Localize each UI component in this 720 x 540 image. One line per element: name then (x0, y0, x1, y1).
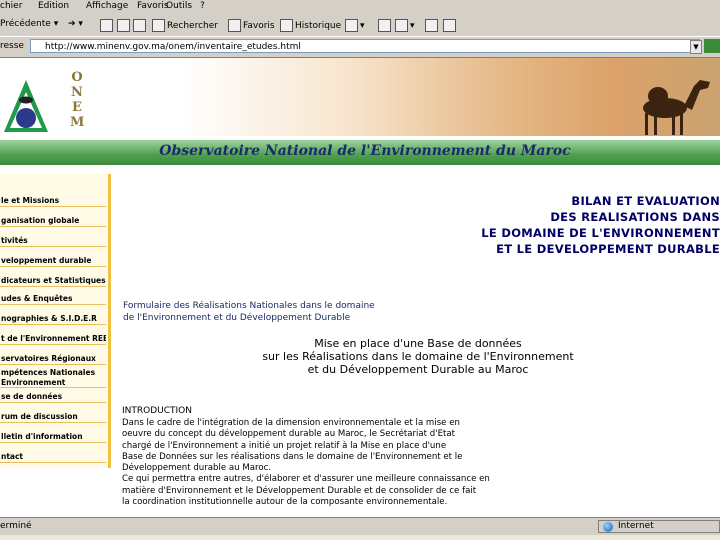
form-link-line: Formulaire des Réalisations Nationales d… (123, 301, 375, 311)
search-label: Rechercher (167, 21, 218, 31)
print-button[interactable] (378, 19, 393, 32)
back-button[interactable]: Précédente ▾ (0, 19, 58, 29)
stop-button[interactable] (100, 19, 115, 32)
messenger-icon (443, 19, 456, 32)
subtitle-line: et du Développement Durable au Maroc (307, 363, 529, 376)
back-label: Précédente (0, 19, 51, 29)
heading-line: BILAN ET EVALUATION (571, 194, 720, 208)
home-button[interactable] (133, 19, 148, 32)
favorites-label: Favoris (243, 21, 275, 31)
edit-button[interactable]: ▾ (395, 19, 415, 32)
mail-icon (345, 19, 358, 32)
intro-line: matière d'Environnement et le Développem… (122, 485, 477, 496)
intro-line: Développement durable au Maroc. (122, 463, 272, 474)
print-icon (378, 19, 391, 32)
search-icon (152, 19, 165, 32)
intro-body: Dans le cadre de l'intégration de la dim… (122, 418, 522, 508)
refresh-button[interactable] (117, 19, 132, 32)
menu-bar: chier Edition Affichage Favoris Outils ? (0, 0, 720, 14)
menu-favorites[interactable]: Favoris (137, 1, 169, 11)
home-icon (133, 19, 146, 32)
sidebar-item-bulletin[interactable]: lletin d'information (0, 432, 106, 443)
menu-edit[interactable]: Edition (38, 1, 69, 11)
address-bar: resse http://www.minenv.gov.ma/onem/inve… (0, 37, 720, 58)
intro-line: oeuvre du concept du développement durab… (122, 429, 456, 440)
discuss-button[interactable] (425, 19, 440, 32)
intro-title: INTRODUCTION (122, 406, 192, 416)
sidebar-item-monographies[interactable]: nographies & S.I.D.E.R (0, 314, 106, 325)
globe-icon (603, 522, 613, 532)
form-link[interactable]: Formulaire des Réalisations Nationales d… (123, 300, 375, 324)
zone-panel (598, 520, 720, 533)
taskbar-edge (0, 535, 720, 540)
intro-line: la coordination institutionnelle autour … (122, 497, 448, 508)
address-input[interactable]: http://www.minenv.gov.ma/onem/inventaire… (30, 39, 700, 53)
edit-icon (395, 19, 408, 32)
history-icon (280, 19, 293, 32)
sidebar-item-indicateurs[interactable]: dicateurs et Statistiques (0, 276, 106, 287)
sidebar-item-organisation[interactable]: ganisation globale (0, 216, 106, 227)
history-label: Historique (295, 21, 342, 31)
form-link-line: de l'Environnement et du Développement D… (123, 313, 351, 323)
sidebar-item-activites[interactable]: tivités (0, 236, 106, 247)
database-subtitle: Mise en place d'une Base de données sur … (218, 337, 618, 376)
address-label: resse (0, 41, 24, 51)
zone-text: Internet (618, 521, 654, 531)
intro-line: Dans le cadre de l'intégration de la dim… (122, 418, 460, 428)
sidebar-item-missions[interactable]: le et Missions (0, 196, 106, 207)
stop-icon (100, 19, 113, 32)
header-banner (180, 58, 720, 136)
sidebar-item-reem[interactable]: t de l'Environnement REEM (0, 334, 106, 345)
sidebar-item-forum[interactable]: rum de discussion (0, 412, 106, 423)
onem-letters: O N E M (70, 70, 84, 130)
onem-logo (4, 80, 48, 132)
browser-toolbar: Précédente ▾ ➔ ▾ Rechercher Favoris Hist… (0, 14, 720, 37)
heading-line: LE DOMAINE DE L'ENVIRONNEMENT (481, 226, 720, 240)
forward-button[interactable]: ➔ ▾ (68, 19, 83, 29)
sidebar-item-base-donnees[interactable]: se de données (0, 392, 106, 403)
menu-help[interactable]: ? (200, 1, 205, 11)
menu-tools[interactable]: Outils (166, 1, 192, 11)
favorites-icon (228, 19, 241, 32)
sidebar-item-contact[interactable]: ntact (0, 452, 106, 463)
sidebar-item-competences[interactable]: mpétences Nationales Environnement (0, 368, 106, 388)
refresh-icon (117, 19, 130, 32)
intro-line: chargé de l'Environnement a initié un pr… (122, 440, 447, 451)
heading-line: DES REALISATIONS DANS (550, 210, 720, 224)
onem-letter-o: O (71, 70, 83, 85)
intro-line: Base de Données sur les réalisations dan… (122, 451, 463, 462)
heading-line: ET LE DEVELOPPEMENT DURABLE (496, 242, 720, 256)
messenger-button[interactable] (443, 19, 458, 32)
status-text: erminé (0, 521, 32, 531)
discuss-icon (425, 19, 438, 32)
intro-line: Ce qui permettra entre autres, d'élabore… (122, 474, 490, 485)
subtitle-line: Mise en place d'une Base de données (314, 337, 522, 350)
search-button[interactable]: Rechercher (152, 19, 218, 32)
status-bar: erminé Internet (0, 517, 720, 536)
onem-letter-e: E (72, 100, 82, 115)
go-button[interactable] (704, 39, 720, 53)
sidebar-item-observatoires[interactable]: servatoires Régionaux (0, 354, 106, 365)
sidebar: le et Missions ganisation globale tivité… (0, 174, 111, 468)
menu-view[interactable]: Affichage (86, 1, 128, 11)
menu-file[interactable]: chier (0, 1, 22, 11)
sidebar-item-etudes[interactable]: udes & Enquêtes (0, 294, 106, 305)
camel-image (643, 80, 710, 135)
favorites-button[interactable]: Favoris (228, 19, 275, 32)
sidebar-item-developpement[interactable]: veloppement durable (0, 256, 106, 267)
main-heading: BILAN ET EVALUATION DES REALISATIONS DAN… (440, 193, 720, 257)
history-button[interactable]: Historique (280, 19, 341, 32)
onem-letter-n: N (71, 85, 83, 100)
onem-letter-m: M (70, 115, 85, 130)
subtitle-line: sur les Réalisations dans le domaine de … (262, 350, 574, 363)
address-dropdown-icon[interactable]: ▼ (690, 40, 702, 54)
site-title: Observatoire National de l'Environnement… (159, 143, 571, 159)
mail-button[interactable]: ▾ (345, 19, 365, 32)
